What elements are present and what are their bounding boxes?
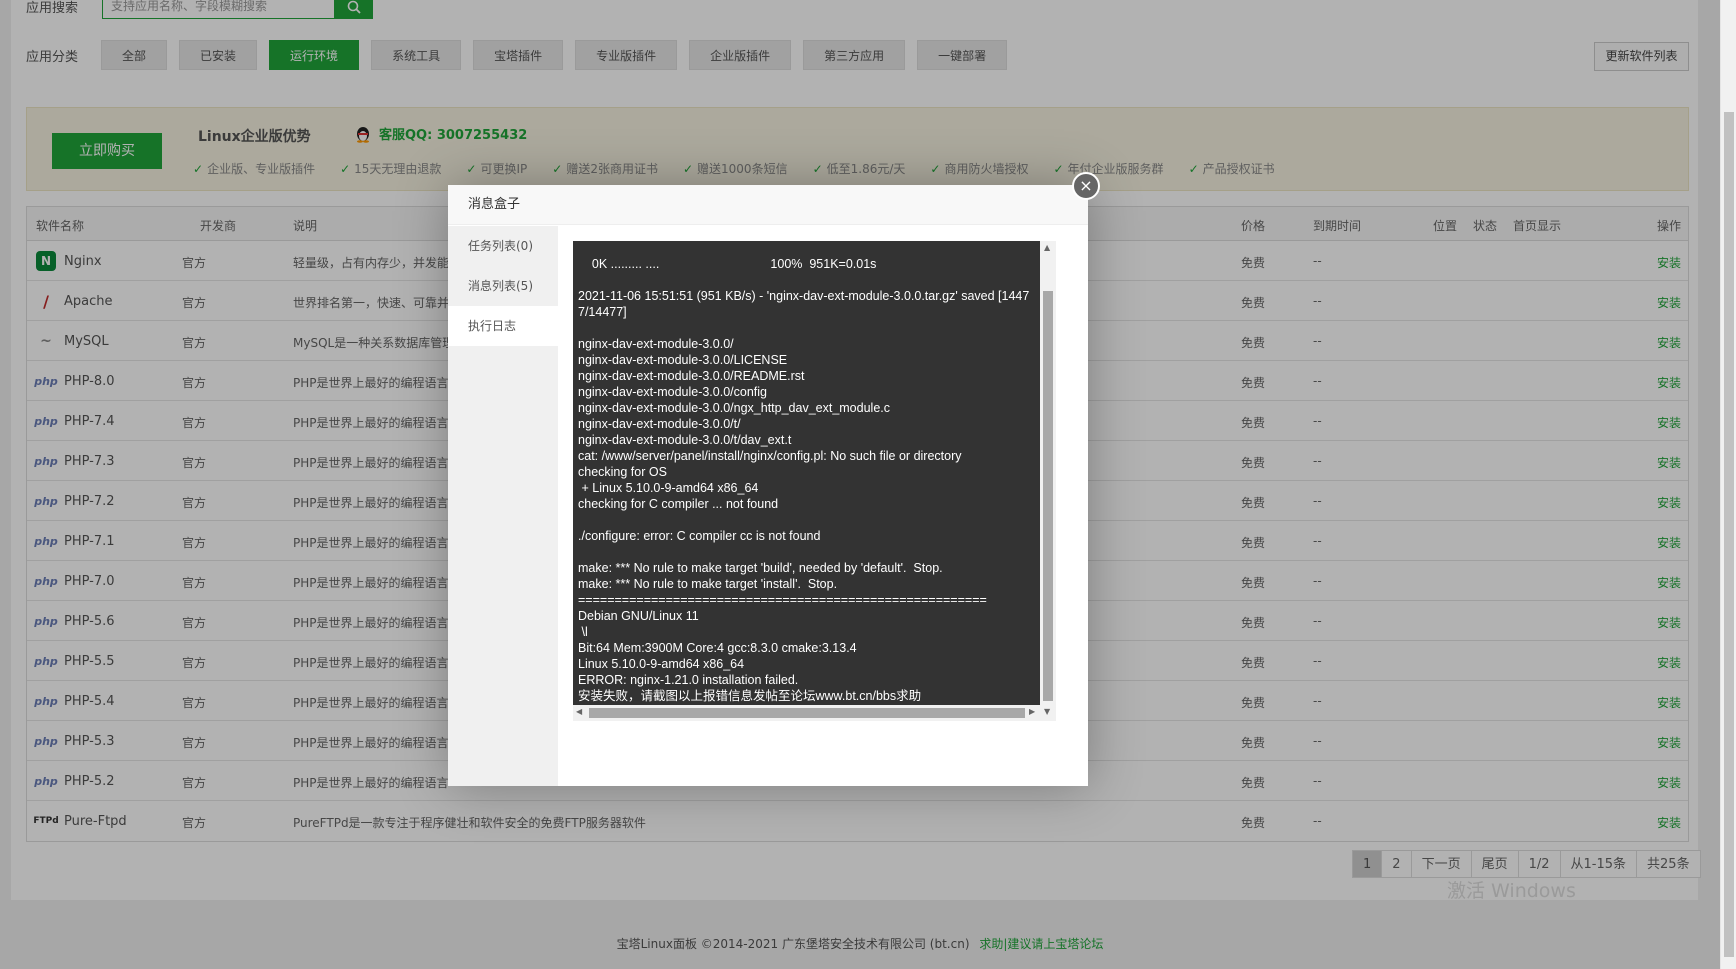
scroll-right-arrow-icon[interactable]: ▶ bbox=[1029, 707, 1035, 716]
page-scrollbar-thumb[interactable] bbox=[1724, 112, 1734, 957]
execution-log-text: 0K ......... .... 100% 951K=0.01s 2021-1… bbox=[578, 257, 1030, 703]
scroll-left-arrow-icon[interactable]: ◀ bbox=[576, 707, 582, 716]
dialog-tab[interactable]: 执行日志 bbox=[448, 306, 558, 346]
close-icon[interactable]: × bbox=[1072, 172, 1100, 200]
dialog-tab[interactable]: 消息列表(5) bbox=[448, 266, 558, 306]
dialog-tab[interactable]: 任务列表(0) bbox=[448, 226, 558, 266]
console-horizontal-scrollbar[interactable]: ◀ ▶ bbox=[573, 705, 1040, 721]
console-horizontal-thumb[interactable] bbox=[589, 708, 1025, 718]
dialog-sidebar: 任务列表(0) 消息列表(5) 执行日志 bbox=[448, 226, 558, 786]
execution-log-console: 0K ......... .... 100% 951K=0.01s 2021-1… bbox=[573, 241, 1056, 721]
message-box-dialog: 消息盒子 × 任务列表(0) 消息列表(5) 执行日志 0K ......... .… bbox=[448, 172, 1100, 786]
console-vertical-thumb[interactable] bbox=[1043, 291, 1053, 701]
console-vertical-scrollbar[interactable]: ▲ ▼ bbox=[1040, 241, 1056, 721]
page-scrollbar[interactable] bbox=[1720, 0, 1736, 969]
scroll-up-arrow-icon[interactable]: ▲ bbox=[1044, 243, 1050, 252]
dialog-title: 消息盒子 bbox=[448, 185, 1088, 225]
scroll-down-arrow-icon[interactable]: ▼ bbox=[1044, 707, 1050, 716]
